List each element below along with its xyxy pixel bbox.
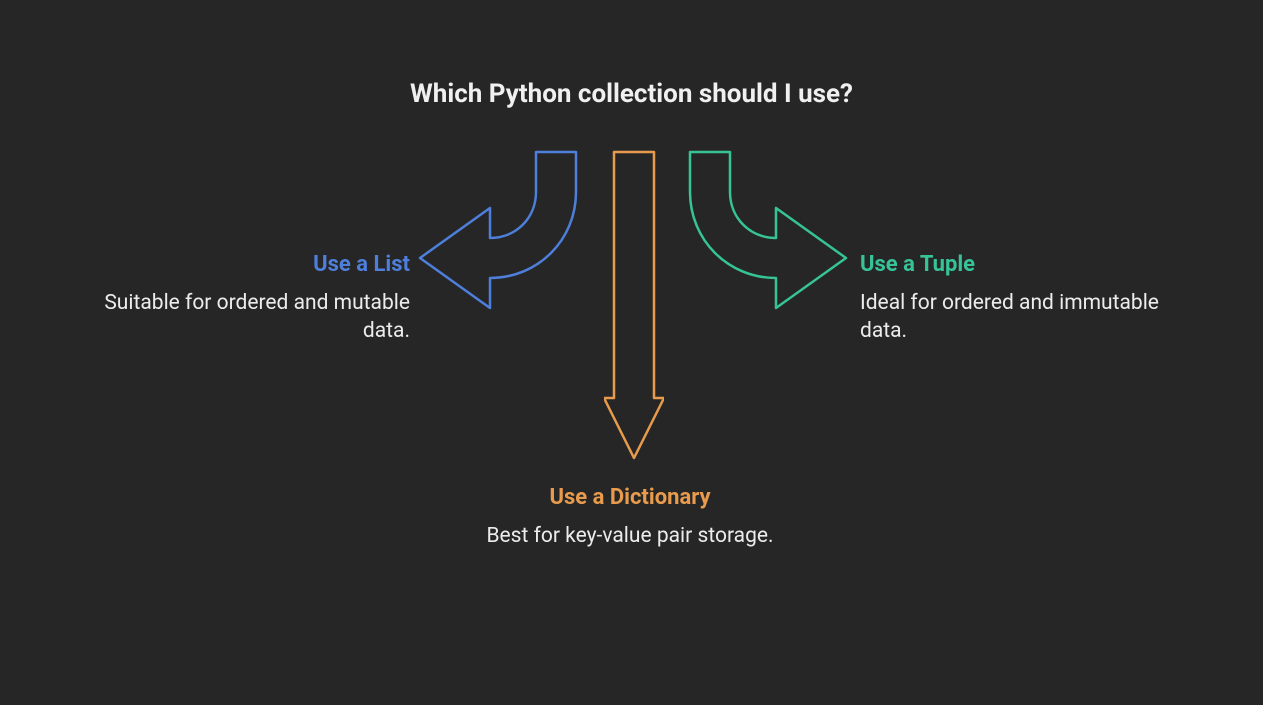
- arrow-down-icon: [604, 148, 664, 468]
- diagram-title: Which Python collection should I use?: [0, 78, 1263, 112]
- arrow-right-icon: [670, 148, 860, 338]
- branch-tuple-description: Ideal for ordered and immutable data.: [860, 289, 1160, 346]
- branch-tuple-heading: Use a Tuple: [860, 252, 1160, 277]
- branch-list-description: Suitable for ordered and mutable data.: [100, 289, 410, 346]
- branch-dictionary-heading: Use a Dictionary: [420, 485, 840, 510]
- branch-dictionary-description: Best for key-value pair storage.: [420, 522, 840, 550]
- arrow-left-icon: [406, 148, 596, 338]
- branch-list-heading: Use a List: [100, 252, 410, 277]
- diagram-canvas: Which Python collection should I use? Us…: [0, 0, 1263, 705]
- branch-list: Use a List Suitable for ordered and muta…: [100, 252, 410, 346]
- branch-dictionary: Use a Dictionary Best for key-value pair…: [420, 485, 840, 550]
- branch-tuple: Use a Tuple Ideal for ordered and immuta…: [860, 252, 1160, 346]
